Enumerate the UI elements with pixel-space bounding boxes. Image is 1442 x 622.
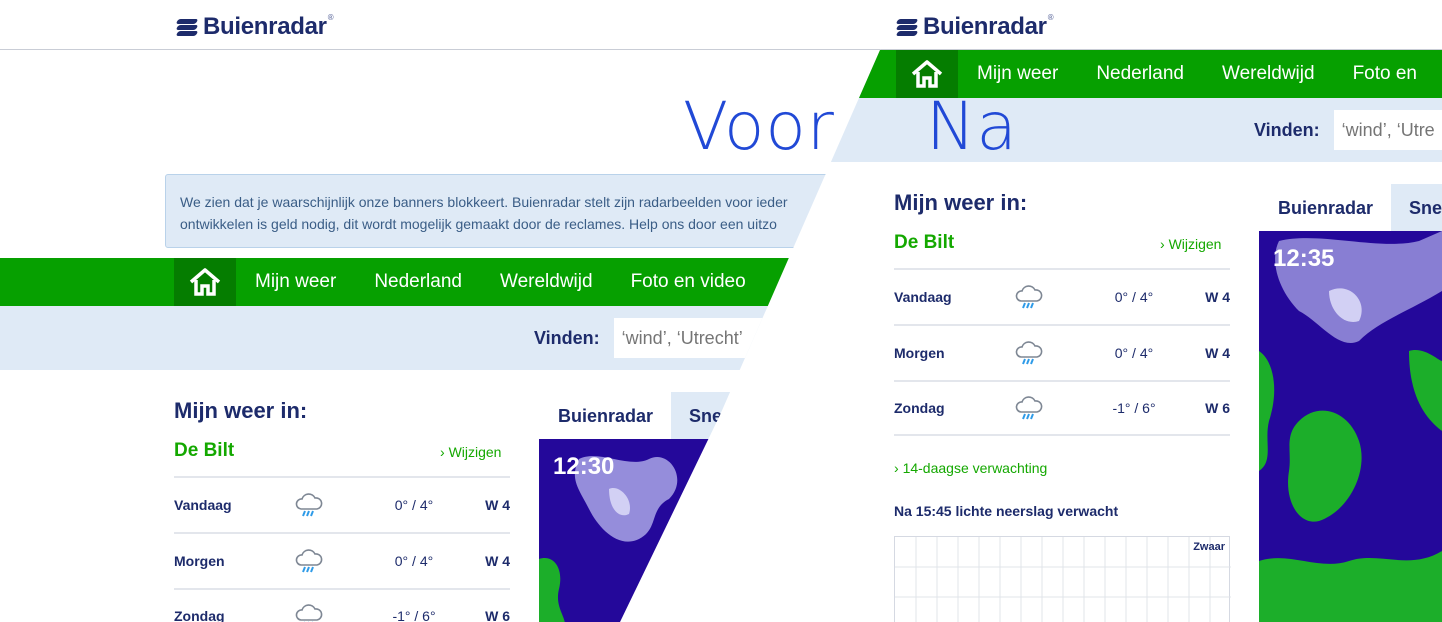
buienradar-logo-after[interactable]: Buienradar® — [895, 13, 1054, 41]
wind: W 4 — [485, 497, 510, 513]
buienradar-logo[interactable]: Buienradar® — [175, 13, 334, 41]
day-label: Morgen — [894, 345, 945, 361]
tab-buienradar[interactable]: Buienradar — [1260, 184, 1392, 232]
nav-wereldwijd[interactable]: Wereldwijd — [481, 271, 612, 293]
logo-registered-mark: ® — [327, 13, 334, 22]
table-row[interactable]: Zondag -1° / 6° W 6 — [894, 380, 1230, 436]
rain-cloud-icon — [294, 491, 364, 519]
table-row[interactable]: Zondag -1° / 6° W 6 — [174, 588, 510, 622]
adblock-notice-line2: ontwikkelen is geld nodig, dit wordt mog… — [180, 216, 777, 232]
nav-mijn-weer[interactable]: Mijn weer — [958, 63, 1077, 85]
wind: W 6 — [1205, 400, 1230, 416]
temperature: 0° / 4° — [1114, 345, 1154, 361]
change-city-label: Wijzigen — [448, 444, 502, 460]
chevron-right-icon: › — [440, 444, 449, 460]
nav-mijn-weer[interactable]: Mijn weer — [236, 271, 355, 293]
rain-chart-heavy-label: Zwaar — [1193, 541, 1225, 553]
temperature: -1° / 6° — [392, 608, 436, 622]
home-button[interactable] — [174, 258, 236, 306]
search-label: Vinden: — [1254, 119, 1320, 140]
change-city-link[interactable]: › Wijzigen — [1160, 236, 1221, 252]
logo-mark-icon — [175, 18, 199, 36]
tab-sneeuw[interactable]: Sne — [1391, 184, 1442, 232]
tab-buienradar[interactable]: Buienradar — [540, 392, 672, 440]
day-label: Vandaag — [174, 497, 232, 513]
logo-text: Buienradar — [923, 13, 1047, 40]
radar-map[interactable]: 12:35 — [1259, 231, 1442, 622]
adblock-notice: We zien dat je waarschijnlijk onze banne… — [165, 174, 865, 248]
my-weather-title: Mijn weer in: — [894, 190, 1028, 215]
nav-foto-en-video[interactable]: Foto en video — [612, 271, 765, 293]
forecast-14-day-link[interactable]: › 14-daagse verwachting — [894, 460, 1047, 476]
radar-map-graphic — [1259, 231, 1442, 622]
day-label: Vandaag — [894, 289, 952, 305]
logo-registered-mark: ® — [1047, 13, 1054, 22]
rain-cloud-icon — [1014, 283, 1084, 311]
logo-text: Buienradar — [203, 13, 327, 40]
search-label: Vinden: — [534, 327, 600, 348]
temperature: 0° / 4° — [394, 553, 434, 569]
nav-nederland[interactable]: Nederland — [1077, 63, 1203, 85]
temperature: 0° / 4° — [1114, 289, 1154, 305]
table-row[interactable]: Vandaag 0° / 4° W 4 — [894, 268, 1230, 324]
wind: W 6 — [485, 608, 510, 622]
my-weather-title: Mijn weer in: — [174, 398, 308, 423]
temperature: -1° / 6° — [1112, 400, 1156, 416]
home-icon — [189, 268, 221, 296]
day-label: Zondag — [174, 608, 225, 622]
rain-cloud-icon — [294, 547, 364, 575]
day-label: Morgen — [174, 553, 225, 569]
city-name: De Bilt — [174, 440, 235, 461]
table-row[interactable]: Vandaag 0° / 4° W 4 — [174, 476, 510, 532]
radar-tabs: Buienradar Sne — [540, 392, 741, 440]
logo-mark-icon — [895, 18, 919, 36]
day-label: Zondag — [894, 400, 945, 416]
change-city-link[interactable]: › Wijzigen — [440, 444, 501, 460]
chevron-right-icon: › — [1160, 236, 1169, 252]
wind: W 4 — [1205, 289, 1230, 305]
forecast-14-day-label: 14-daagse verwachting — [902, 460, 1048, 476]
radar-timestamp: 12:30 — [553, 453, 615, 480]
weather-table: Vandaag 0° / 4° W 4 Morgen 0° / 4° W 4 Z… — [894, 268, 1230, 436]
wind: W 4 — [1205, 345, 1230, 361]
wind: W 4 — [485, 553, 510, 569]
search-input[interactable] — [1333, 110, 1442, 150]
temperature: 0° / 4° — [394, 497, 434, 513]
rain-forecast-note: Na 15:45 lichte neerslag verwacht — [894, 503, 1119, 519]
nav-nederland[interactable]: Nederland — [355, 271, 481, 293]
change-city-label: Wijzigen — [1168, 236, 1222, 252]
adblock-notice-line1: We zien dat je waarschijnlijk onze banne… — [180, 194, 788, 210]
rain-cloud-icon — [1014, 339, 1084, 367]
radar-tabs: Buienradar Sne — [1260, 184, 1442, 232]
radar-timestamp: 12:35 — [1273, 245, 1335, 272]
table-row[interactable]: Morgen 0° / 4° W 4 — [174, 532, 510, 588]
home-icon — [911, 60, 943, 88]
after-label: Na — [926, 88, 1018, 165]
chevron-right-icon: › — [894, 460, 903, 476]
rain-chart[interactable]: Zwaar — [894, 536, 1231, 622]
rain-chart-grid — [895, 537, 1231, 622]
nav-foto-en-video[interactable]: Foto en — [1334, 63, 1436, 85]
before-label: Voor — [683, 88, 835, 165]
weather-table: Vandaag 0° / 4° W 4 Morgen 0° / 4° W 4 Z… — [174, 476, 510, 622]
nav-wereldwijd[interactable]: Wereldwijd — [1203, 63, 1334, 85]
rain-cloud-icon — [294, 602, 364, 622]
city-name: De Bilt — [894, 232, 955, 253]
main-nav: Mijn weer Nederland Wereldwijd Foto en v… — [0, 258, 895, 306]
rain-cloud-icon — [1014, 394, 1084, 422]
table-row[interactable]: Morgen 0° / 4° W 4 — [894, 324, 1230, 380]
